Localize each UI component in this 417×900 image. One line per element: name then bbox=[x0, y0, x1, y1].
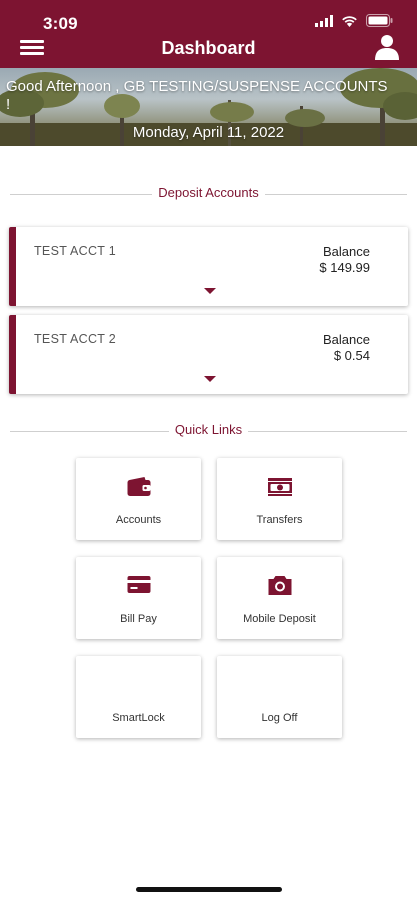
quick-link-bill-pay[interactable]: Bill Pay bbox=[76, 557, 201, 639]
account-name: TEST ACCT 2 bbox=[34, 332, 117, 346]
account-card-1[interactable]: TEST ACCT 1 Balance $ 149.99 bbox=[9, 227, 408, 306]
profile-icon[interactable] bbox=[375, 34, 399, 60]
quick-link-log-off[interactable]: Log Off bbox=[217, 656, 342, 738]
quick-link-transfers[interactable]: Transfers bbox=[217, 458, 342, 540]
tile-label: Accounts bbox=[115, 514, 162, 526]
welcome-banner: Good Afternoon , GB TESTING/SUSPENSE ACC… bbox=[0, 68, 417, 146]
tile-label: Bill Pay bbox=[120, 613, 157, 625]
quick-link-accounts[interactable]: Accounts bbox=[76, 458, 201, 540]
account-accent-stripe bbox=[9, 315, 16, 394]
money-icon bbox=[267, 478, 292, 496]
quick-link-smartlock[interactable]: SmartLock bbox=[76, 656, 201, 738]
balance-value: $ 149.99 bbox=[319, 260, 370, 275]
quick-links-label: Quick Links bbox=[168, 422, 249, 437]
current-date: Monday, April 11, 2022 bbox=[132, 124, 285, 141]
wifi-icon bbox=[342, 15, 357, 27]
greeting-text-wrap: ! bbox=[6, 96, 11, 113]
balance-label: Balance bbox=[323, 244, 370, 259]
tile-label: Transfers bbox=[256, 514, 303, 526]
page-title: Dashboard bbox=[161, 38, 256, 58]
deposit-accounts-label: Deposit Accounts bbox=[152, 185, 265, 200]
credit-card-icon bbox=[127, 576, 150, 593]
deposit-accounts-heading: Deposit Accounts bbox=[10, 185, 407, 203]
account-accent-stripe bbox=[9, 227, 16, 306]
status-time: 3:09 bbox=[43, 14, 78, 33]
signal-icon bbox=[315, 14, 333, 27]
tile-label: SmartLock bbox=[112, 712, 165, 724]
greeting-text: Good Afternoon , GB TESTING/SUSPENSE ACC… bbox=[6, 78, 388, 95]
app-header: 3:09 Dashboard bbox=[0, 0, 417, 68]
battery-icon bbox=[366, 14, 393, 27]
tile-label: Log Off bbox=[261, 712, 298, 724]
status-icons bbox=[315, 14, 393, 27]
expand-caret-icon[interactable] bbox=[204, 376, 216, 382]
expand-caret-icon[interactable] bbox=[204, 288, 216, 294]
quick-link-mobile-deposit[interactable]: Mobile Deposit bbox=[217, 557, 342, 639]
quick-links-heading: Quick Links bbox=[10, 422, 407, 440]
camera-icon bbox=[268, 576, 291, 595]
wallet-icon bbox=[127, 477, 150, 496]
account-name: TEST ACCT 1 bbox=[34, 244, 117, 258]
balance-value: $ 0.54 bbox=[333, 348, 370, 363]
account-card-2[interactable]: TEST ACCT 2 Balance $ 0.54 bbox=[9, 315, 408, 394]
home-indicator[interactable] bbox=[136, 887, 282, 892]
tile-label: Mobile Deposit bbox=[243, 613, 316, 625]
balance-label: Balance bbox=[323, 332, 370, 347]
